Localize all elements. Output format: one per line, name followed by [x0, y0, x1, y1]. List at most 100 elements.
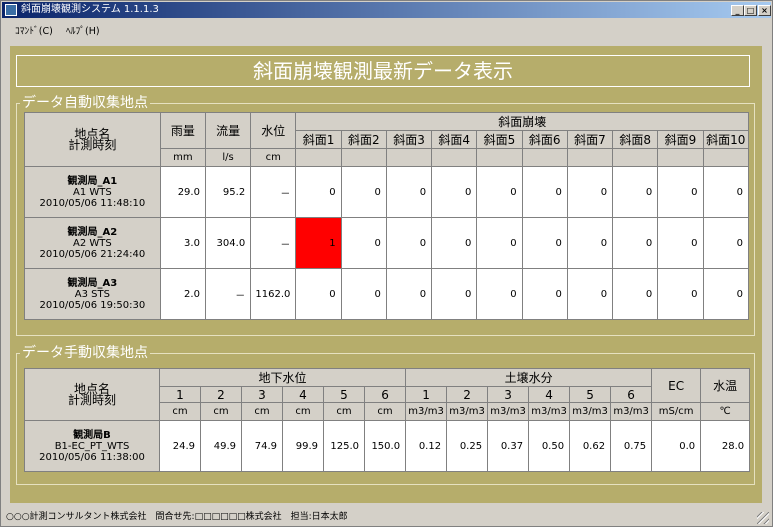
- table-row[interactable]: 観測局_A3 A3 STS 2010/05/06 19:50:30 2.0 － …: [24, 268, 750, 320]
- gw-value: 125.0: [323, 420, 365, 472]
- slope-unit-blank: [385, 148, 433, 167]
- auto-data-table: 地点名 計測時刻 雨量 流量 水位 斜面崩壊 斜面1 斜面2 斜面3 斜面4 斜…: [24, 112, 750, 320]
- measure-time: 2010/05/06 11:38:00: [39, 451, 145, 463]
- resize-grip-icon[interactable]: [757, 512, 769, 524]
- soil-number: 5: [569, 386, 612, 403]
- title-bar[interactable]: 斜面崩壊観測システム 1.1.1.3 _ □ ×: [2, 2, 771, 18]
- slope-value: 0: [702, 166, 750, 218]
- slope-value: 0: [657, 217, 704, 269]
- slope-alert-value: 1: [295, 217, 342, 269]
- table-row[interactable]: 観測局_A1 A1 WTS 2010/05/06 11:48:10 29.0 9…: [24, 166, 750, 218]
- slope-value: 0: [566, 268, 614, 320]
- manual-collection-group: データ手動収集地点 地点名 計測時刻 地下水位 土壌水分 EC 水温 1 2 3…: [16, 345, 755, 485]
- station-name: 観測局_A2: [67, 226, 118, 238]
- gw-unit: cm: [200, 402, 242, 421]
- soil-value: 0.50: [528, 420, 571, 472]
- manual-data-table: 地点名 計測時刻 地下水位 土壌水分 EC 水温 1 2 3 4 5 6 1 2…: [24, 368, 751, 472]
- level-value: －: [250, 166, 297, 218]
- soil-unit: m3/m3: [405, 402, 448, 421]
- slope-header: 斜面7: [566, 130, 614, 149]
- main-panel: 斜面崩壊観測最新データ表示 データ自動収集地点 地点名 計測時刻 雨量 流量 水…: [10, 46, 762, 503]
- soil-number: 6: [610, 386, 653, 403]
- slope-value: 0: [295, 268, 342, 320]
- slope-unit-blank: [340, 148, 387, 167]
- soil-number: 3: [487, 386, 530, 403]
- slope-value: 0: [295, 166, 342, 218]
- temp-unit: ℃: [700, 402, 751, 421]
- auto-group-label: データ自動収集地点: [20, 95, 150, 111]
- close-button[interactable]: ×: [758, 5, 771, 16]
- slope-value: 0: [340, 217, 387, 269]
- slope-header: 斜面3: [385, 130, 433, 149]
- slope-unit-blank: [612, 148, 659, 167]
- station-header-cell: 地点名 計測時刻: [24, 368, 160, 421]
- rain-unit: mm: [159, 148, 206, 167]
- gw-value: 74.9: [241, 420, 283, 472]
- slope-value: 0: [476, 268, 523, 320]
- measure-time: 2010/05/06 11:48:10: [39, 197, 146, 209]
- slope-value: 0: [521, 268, 568, 320]
- menu-help[interactable]: ﾍﾙﾌﾟ(H): [66, 23, 100, 37]
- slope-unit-blank: [702, 148, 750, 167]
- slope-value: 0: [702, 268, 750, 320]
- soil-number: 1: [405, 386, 448, 403]
- gw-unit: cm: [241, 402, 283, 421]
- station-cell: 観測局_A1 A1 WTS 2010/05/06 11:48:10: [24, 166, 161, 218]
- gw-unit: cm: [323, 402, 365, 421]
- rain-value: 2.0: [159, 268, 206, 320]
- station-cell: 観測局_A2 A2 WTS 2010/05/06 21:24:40: [24, 217, 161, 269]
- slope-value: 0: [385, 166, 433, 218]
- slope-header: 斜面9: [657, 130, 704, 149]
- soil-value: 0.75: [610, 420, 653, 472]
- slope-value: 0: [385, 268, 433, 320]
- slope-value: 0: [612, 166, 659, 218]
- minimize-button[interactable]: _: [731, 5, 744, 16]
- gw-unit: cm: [282, 402, 324, 421]
- page-title: 斜面崩壊観測最新データ表示: [16, 55, 750, 87]
- time-header: 計測時刻: [68, 137, 117, 152]
- slope-value: 0: [612, 268, 659, 320]
- slope-unit-blank: [295, 148, 342, 167]
- gw-number: 5: [323, 386, 365, 403]
- soil-value: 0.37: [487, 420, 530, 472]
- slope-value: 0: [566, 166, 614, 218]
- station-code: A1 WTS: [72, 186, 112, 198]
- app-window: 斜面崩壊観測システム 1.1.1.3 _ □ × ｺﾏﾝﾄﾞ(C) ﾍﾙﾌﾟ(H…: [0, 0, 773, 527]
- time-header: 計測時刻: [67, 392, 116, 407]
- slope-value: 0: [657, 268, 704, 320]
- slope-value: 0: [476, 217, 523, 269]
- status-bar: ○○○計測コンサルタント株式会社 問合せ先:□□□□□□株式会社 担当:日本太郎: [2, 505, 771, 525]
- slope-value: 0: [385, 217, 433, 269]
- soil-unit: m3/m3: [610, 402, 653, 421]
- soil-value: 0.12: [405, 420, 448, 472]
- level-value: 1162.0: [250, 268, 297, 320]
- station-cell: 観測局_A3 A3 STS 2010/05/06 19:50:30: [24, 268, 161, 320]
- menu-command[interactable]: ｺﾏﾝﾄﾞ(C): [15, 23, 53, 37]
- slope-value: 0: [702, 217, 750, 269]
- flow-value: －: [204, 268, 252, 320]
- maximize-button[interactable]: □: [744, 5, 757, 16]
- rain-header: 雨量: [159, 112, 206, 149]
- water-temp-value: 28.0: [700, 420, 751, 472]
- table-row[interactable]: 観測局_A2 A2 WTS 2010/05/06 21:24:40 3.0 30…: [24, 217, 750, 269]
- slope-value: 0: [431, 217, 478, 269]
- soil-value: 0.25: [446, 420, 489, 472]
- table-row[interactable]: 観測局B B1-EC_PT_WTS 2010/05/06 11:38:00 24…: [24, 420, 751, 472]
- station-name: 観測局_A3: [67, 277, 118, 289]
- slope-header: 斜面4: [431, 130, 478, 149]
- station-code: A3 STS: [74, 288, 110, 300]
- slope-value: 0: [521, 217, 568, 269]
- status-text: ○○○計測コンサルタント株式会社 問合せ先:□□□□□□株式会社 担当:日本太郎: [6, 512, 348, 522]
- gw-value: 150.0: [363, 420, 407, 472]
- station-name: 観測局_A1: [67, 175, 118, 187]
- slope-header: 斜面1: [295, 130, 342, 149]
- slope-value: 0: [476, 166, 523, 218]
- slope-group-header: 斜面崩壊: [295, 112, 749, 131]
- slope-value: 0: [340, 166, 387, 218]
- soil-unit: m3/m3: [487, 402, 530, 421]
- slope-value: 0: [340, 268, 387, 320]
- measure-time: 2010/05/06 19:50:30: [39, 299, 146, 311]
- flow-header: 流量: [204, 112, 252, 149]
- soil-unit: m3/m3: [528, 402, 571, 421]
- gw-unit: cm: [363, 402, 407, 421]
